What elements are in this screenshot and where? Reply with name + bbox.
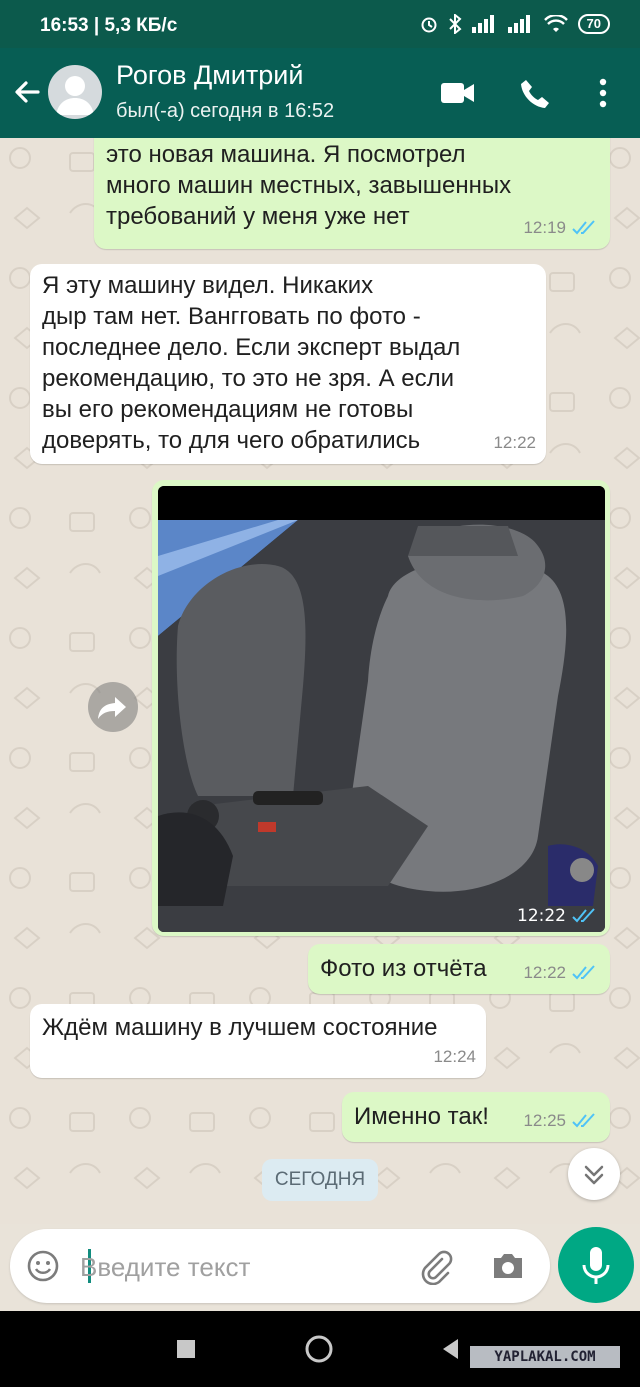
message-time: 12:24 bbox=[433, 1047, 476, 1066]
message-time: 12:25 bbox=[523, 1111, 566, 1130]
message-meta: 12:25 bbox=[523, 1105, 598, 1136]
message-input-bar bbox=[10, 1229, 550, 1303]
double-check-read-icon bbox=[572, 1112, 595, 1127]
back-triangle-icon[interactable] bbox=[440, 1337, 460, 1361]
message-time: 12:22 bbox=[493, 433, 536, 452]
phone-icon[interactable] bbox=[518, 77, 552, 111]
message-text: Ждём машину в лучшем состояние bbox=[42, 1014, 438, 1041]
message-meta: 12:22 bbox=[517, 906, 598, 926]
contact-name[interactable]: Рогов Дмитрий bbox=[116, 60, 303, 91]
wifi-icon bbox=[543, 15, 568, 32]
emoji-icon[interactable] bbox=[26, 1249, 60, 1283]
alarm-icon bbox=[421, 17, 437, 33]
double-check-read-icon bbox=[572, 219, 595, 234]
double-check-read-icon bbox=[572, 908, 595, 923]
message-meta: 12:19 bbox=[523, 212, 598, 243]
message-time: 12:22 bbox=[523, 963, 566, 982]
message-text: Фото из отчёта bbox=[320, 955, 487, 982]
message-meta: 12:22 bbox=[493, 427, 536, 458]
home-circle-icon[interactable] bbox=[304, 1334, 334, 1364]
message-text: Я эту машину видел. Никаких дыр там нет.… bbox=[42, 272, 461, 454]
message-bubble-outgoing[interactable]: Именно так! 12:25 bbox=[342, 1092, 610, 1142]
back-arrow-icon[interactable] bbox=[8, 72, 48, 112]
message-bubble-outgoing[interactable]: Фото из отчёта 12:22 bbox=[308, 944, 610, 994]
forward-button[interactable] bbox=[88, 682, 138, 732]
message-meta: 12:24 bbox=[433, 1041, 476, 1072]
chat-header: Рогов Дмитрий был(-а) сегодня в 16:52 bbox=[0, 48, 640, 138]
date-chip: СЕГОДНЯ bbox=[262, 1159, 378, 1201]
more-vert-icon[interactable] bbox=[598, 78, 608, 108]
scroll-to-bottom-button[interactable] bbox=[568, 1148, 620, 1200]
attach-paperclip-icon[interactable] bbox=[418, 1249, 454, 1285]
status-bar: 16:53 | 5,3 КБ/с 70 bbox=[0, 0, 640, 48]
contact-last-seen: был(-а) сегодня в 16:52 bbox=[116, 100, 335, 122]
message-time: 12:22 bbox=[517, 906, 566, 926]
message-bubble-incoming[interactable]: Я эту машину видел. Никаких дыр там нет.… bbox=[30, 264, 546, 464]
signal-icon bbox=[471, 15, 494, 33]
message-photo-outgoing[interactable]: 12:22 bbox=[152, 480, 610, 936]
voice-record-button[interactable] bbox=[558, 1227, 634, 1303]
double-chevron-down-icon bbox=[584, 1165, 604, 1185]
message-meta: 12:22 bbox=[523, 957, 598, 988]
message-bubble-outgoing[interactable]: дыр в 27 тыс км, серьёзно? 27 тыся - это… bbox=[94, 138, 610, 249]
car-interior-image bbox=[158, 486, 605, 932]
avatar[interactable] bbox=[48, 65, 102, 119]
status-icons: 70 bbox=[420, 14, 610, 34]
message-time: 12:19 bbox=[523, 218, 566, 237]
default-avatar-icon bbox=[56, 76, 94, 115]
double-check-read-icon bbox=[572, 964, 595, 979]
forward-icon bbox=[98, 697, 126, 719]
message-input[interactable] bbox=[78, 1243, 412, 1291]
bluetooth-icon bbox=[448, 14, 462, 34]
message-text: дыр в 27 тыс км, серьёзно? 27 тыся - это… bbox=[106, 141, 512, 230]
microphone-icon bbox=[582, 1247, 610, 1284]
message-bubble-incoming[interactable]: Ждём машину в лучшем состояние 12:24 bbox=[30, 1004, 486, 1078]
recents-square-icon[interactable] bbox=[176, 1339, 196, 1359]
camera-icon[interactable] bbox=[490, 1249, 526, 1283]
chat-area[interactable]: дыр в 27 тыс км, серьёзно? 27 тыся - это… bbox=[0, 138, 640, 1224]
car-seat-photo[interactable] bbox=[158, 486, 605, 932]
battery-indicator: 70 bbox=[577, 14, 610, 34]
site-watermark: YAPLAKAL.COM bbox=[470, 1346, 620, 1368]
message-text: Именно так! bbox=[354, 1103, 489, 1130]
video-call-icon[interactable] bbox=[440, 80, 476, 106]
status-time-speed: 16:53 | 5,3 КБ/с bbox=[40, 15, 178, 36]
signal-icon-2 bbox=[507, 15, 530, 33]
